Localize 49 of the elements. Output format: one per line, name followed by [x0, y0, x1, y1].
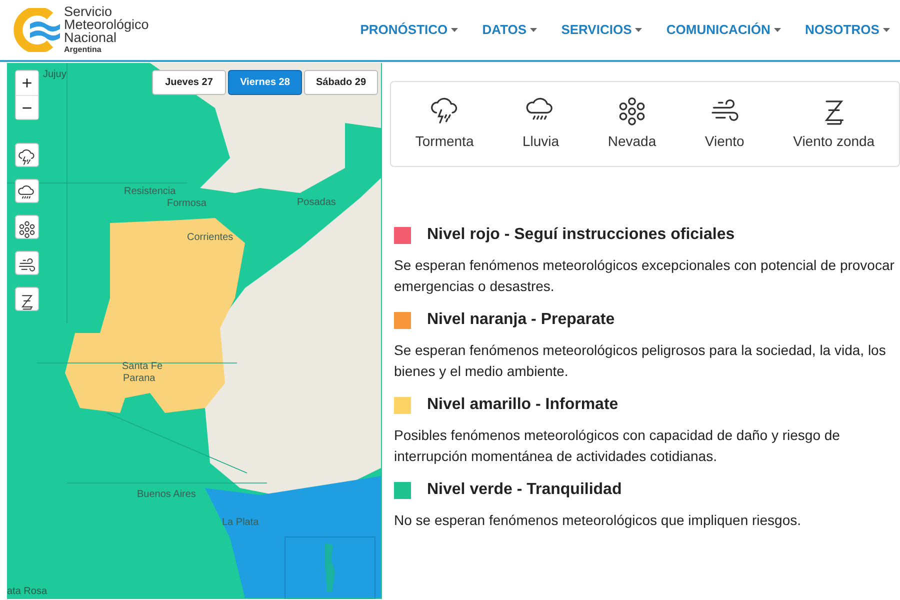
- layer-toggle-button[interactable]: [15, 179, 39, 203]
- level-description: No se esperan fenómenos meteorológicos que impliquen riesgos.: [394, 511, 802, 530]
- nav-menu-link[interactable]: PRONÓSTICO: [360, 20, 458, 40]
- nav-menu-link[interactable]: NOSOTROS: [804, 20, 890, 40]
- level-title: Nivel amarillo - Informate: [427, 395, 618, 415]
- map-place-label: Parana: [123, 372, 156, 386]
- brand-country: Argentina: [64, 44, 102, 56]
- map-place-label: Posadas: [297, 196, 336, 210]
- caret-icon: [635, 28, 642, 34]
- day-tab[interactable]: Viernes 28: [228, 70, 302, 95]
- storm-cloud-icon: [18, 148, 36, 167]
- map-place-label: Corrientes: [187, 231, 234, 245]
- layer-toggle-button[interactable]: [15, 143, 39, 167]
- nav-menu-link[interactable]: DATOS: [482, 20, 538, 40]
- map-place-label: Jujuy: [43, 68, 66, 82]
- phenomenon-label: Viento: [704, 132, 744, 150]
- snowflake-icon: [18, 220, 36, 239]
- nav-menu-link[interactable]: COMUNICACIÓN: [666, 20, 781, 40]
- layer-toggle-button[interactable]: [15, 251, 39, 275]
- caret-icon: [883, 28, 890, 34]
- map-place-label: Buenos Aires: [137, 488, 196, 502]
- level-description: Se esperan fenómenos meteorológicos peligrosos para la sociedad, la vida, los bienes y el medio ambiente.: [394, 341, 887, 381]
- phenomenon-label: Lluvia: [522, 132, 560, 150]
- caret-icon: [451, 28, 458, 34]
- day-tab[interactable]: Sábado 29: [304, 70, 378, 95]
- caret-icon: [774, 28, 781, 34]
- day-tab[interactable]: Jueves 27: [152, 70, 226, 95]
- storm-cloud-icon: [430, 96, 460, 126]
- nav-menu-link[interactable]: SERVICIOS: [561, 20, 642, 40]
- level-title: Nivel rojo - Seguí instrucciones oficiales: [427, 225, 735, 245]
- phenomenon-label: Viento zonda: [793, 132, 875, 150]
- zoom-out-button[interactable]: −: [16, 95, 38, 119]
- caret-icon: [530, 28, 538, 34]
- snowflake-icon: [616, 96, 647, 126]
- phenomenon-label: Tormenta: [415, 132, 474, 150]
- level-description: Se esperan fenómenos meteorológicos excepcionales con potencial de provocar emergencias o desastres.: [394, 256, 896, 296]
- brand-name: Servicio Meteorológico Nacional: [64, 4, 149, 44]
- map-place-label: Formosa: [167, 197, 206, 211]
- map-place-label: Santa Fe: [122, 360, 163, 374]
- level-title: Nivel naranja - Preparate: [427, 310, 615, 330]
- map-place-label: ata Rosa: [7, 585, 48, 599]
- level-title: Nivel verde - Tranquilidad: [427, 480, 622, 500]
- layer-toggle-button[interactable]: [15, 287, 39, 311]
- layer-toggle-button[interactable]: [15, 215, 39, 239]
- logo-icon: [12, 8, 60, 52]
- map-place-label: La Plata: [222, 516, 259, 530]
- phenomenon-label: Nevada: [608, 132, 656, 150]
- map-place-label: Resistencia: [124, 185, 176, 199]
- level-description: Posibles fenómenos meteorológicos con capacidad de daño y riesgo de interrupción momentánea de actividades cotidianas.: [394, 426, 841, 466]
